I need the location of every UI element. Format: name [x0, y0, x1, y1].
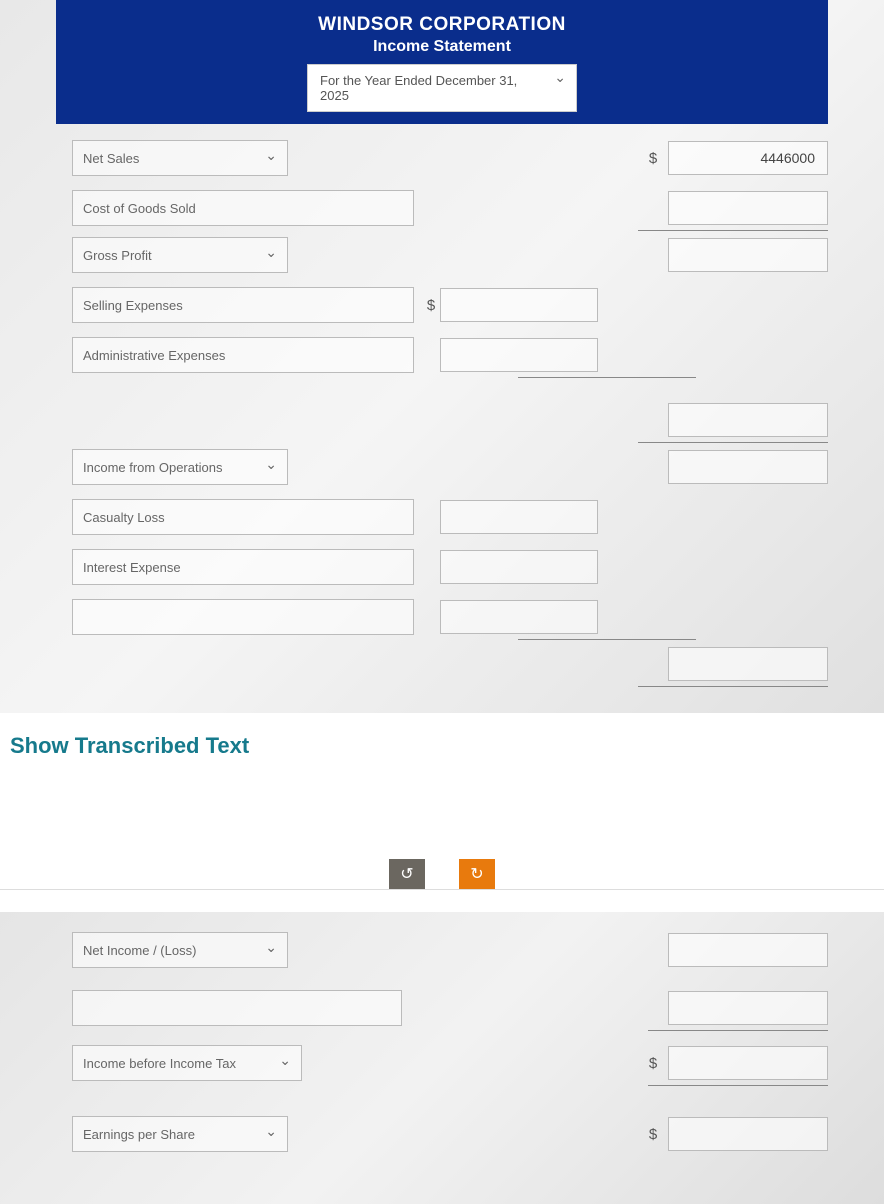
admin-exp-field[interactable]: Administrative Expenses [72, 337, 414, 373]
income-ops-amount[interactable] [668, 450, 828, 484]
net-sales-select[interactable]: Net Sales [72, 140, 288, 176]
cogs-amount[interactable] [668, 191, 828, 225]
redo-icon: ↻ [470, 864, 483, 884]
admin-exp-amount[interactable] [440, 338, 598, 372]
period-value: For the Year Ended December 31, 2025 [320, 73, 517, 103]
gross-profit-select[interactable]: Gross Profit [72, 237, 288, 273]
eps-select[interactable]: Earnings per Share [72, 1116, 288, 1152]
net-income-select[interactable]: Net Income / (Loss) [72, 932, 288, 968]
dollar-sign: $ [644, 1055, 662, 1072]
interest-amount[interactable] [440, 550, 598, 584]
statement-header: WINDSOR CORPORATION Income Statement For… [56, 0, 828, 124]
income-before-tax-select[interactable]: Income before Income Tax [72, 1045, 302, 1081]
company-name: WINDSOR CORPORATION [56, 14, 828, 36]
income-ops-select[interactable]: Income from Operations [72, 449, 288, 485]
prev-button[interactable]: ↺ [389, 859, 425, 889]
interest-field[interactable]: Interest Expense [72, 549, 414, 585]
undo-icon: ↺ [400, 864, 413, 884]
selling-exp-amount[interactable] [440, 288, 598, 322]
blank-mid-amount[interactable] [440, 600, 598, 634]
statement-title: Income Statement [56, 38, 828, 56]
dollar-sign: $ [644, 150, 662, 167]
period-select[interactable]: For the Year Ended December 31, 2025 [307, 64, 577, 112]
gross-profit-amount[interactable] [668, 238, 828, 272]
next-button[interactable]: ↻ [459, 859, 495, 889]
income-statement-panel: WINDSOR CORPORATION Income Statement For… [0, 0, 884, 713]
dollar-sign: $ [644, 1126, 662, 1143]
subtotal-amount[interactable] [668, 647, 828, 681]
casualty-field[interactable]: Casualty Loss [72, 499, 414, 535]
income-before-tax-amount[interactable] [668, 1046, 828, 1080]
blank-field[interactable] [72, 599, 414, 635]
net-income-amount[interactable] [668, 933, 828, 967]
dollar-sign: $ [422, 297, 440, 314]
blank-amount-2[interactable] [668, 991, 828, 1025]
total-op-exp-amount[interactable] [668, 403, 828, 437]
casualty-amount[interactable] [440, 500, 598, 534]
form-body: Net Sales $ 4446000 Cost of Goods Sold G… [0, 124, 884, 687]
blank-field-2[interactable] [72, 990, 402, 1026]
income-statement-panel-2: Net Income / (Loss) Income before Income… [0, 912, 884, 1204]
selling-exp-field[interactable]: Selling Expenses [72, 287, 414, 323]
net-sales-amount[interactable]: 4446000 [668, 141, 828, 175]
cogs-field[interactable]: Cost of Goods Sold [72, 190, 414, 226]
show-transcribed-link[interactable]: Show Transcribed Text [0, 713, 884, 799]
eps-amount[interactable] [668, 1117, 828, 1151]
nav-buttons: ↺ ↻ [0, 799, 884, 890]
